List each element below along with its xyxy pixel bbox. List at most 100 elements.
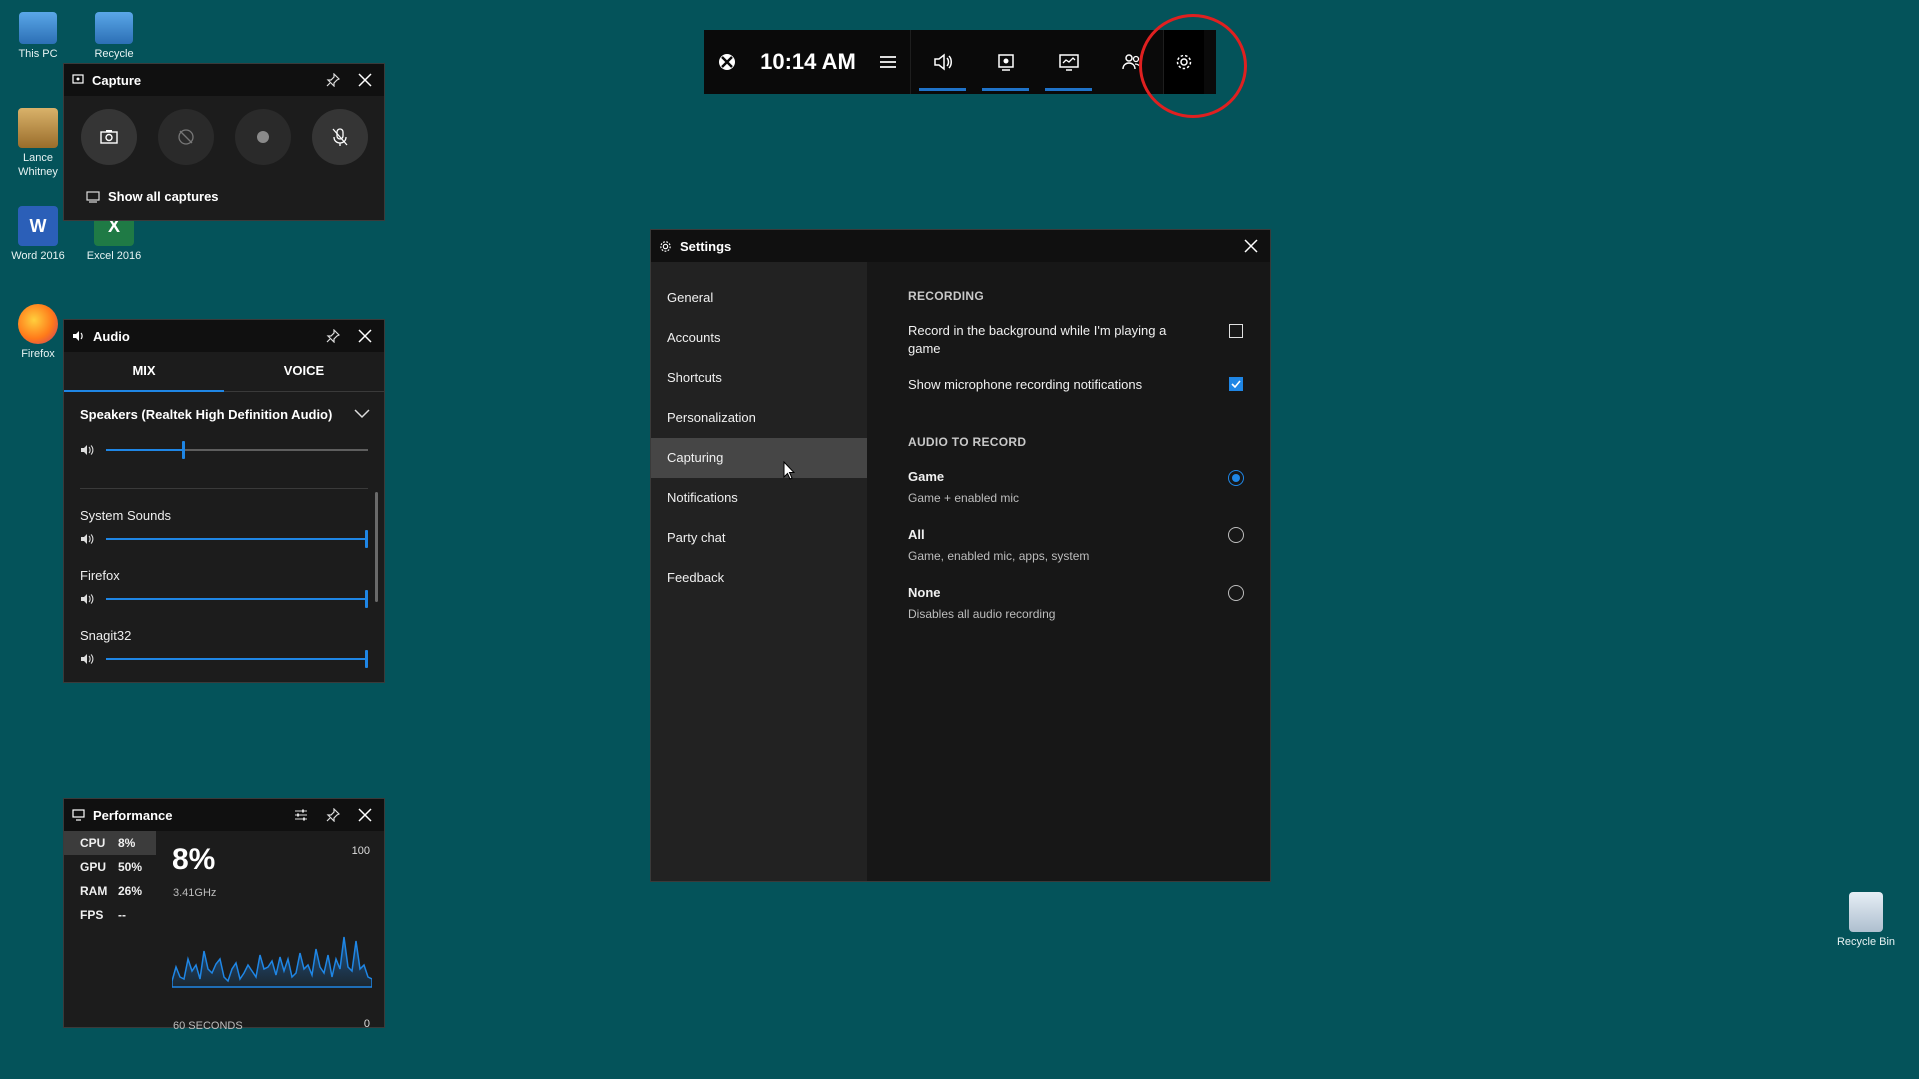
stat-cpu[interactable]: CPU 8%	[80, 836, 135, 850]
scrollbar[interactable]	[375, 492, 378, 602]
divider	[80, 488, 368, 489]
app-volume-slider[interactable]	[80, 530, 368, 548]
option-game-label: Game	[908, 469, 945, 484]
slider-fill	[106, 658, 368, 660]
option-none-label: None	[908, 585, 941, 600]
desktop-icon-label: Word 2016	[11, 250, 65, 262]
slider-track	[106, 650, 368, 668]
tab-voice-label: VOICE	[283, 363, 325, 378]
big-value: 8%	[172, 843, 216, 876]
pin-icon	[326, 808, 340, 822]
app-name: System Sounds	[80, 508, 172, 523]
nav-feedback[interactable]: Feedback	[651, 558, 867, 598]
settings-title: Settings	[680, 238, 732, 254]
computer-icon	[19, 12, 57, 44]
stat-gpu[interactable]: GPU 50%	[80, 860, 142, 874]
clock-time: 10:14 AM	[760, 49, 856, 74]
option-game-radio[interactable]	[1228, 470, 1244, 486]
desktop-icon-label: Excel 2016	[86, 250, 142, 262]
capture-panel: Capture Show all captures	[63, 63, 385, 221]
close-icon	[1244, 239, 1258, 253]
app-volume-slider[interactable]	[80, 590, 368, 608]
xbox-button[interactable]	[704, 30, 750, 94]
stat-ram[interactable]: RAM 26%	[80, 884, 142, 898]
options-button[interactable]	[290, 804, 312, 826]
record-background-checkbox[interactable]	[1229, 324, 1243, 338]
tab-mix-label: MIX	[132, 363, 156, 378]
start-recording-button[interactable]	[235, 109, 291, 165]
stat-value: 8%	[118, 836, 136, 850]
close-button[interactable]	[354, 69, 376, 91]
widget-menu-icon	[880, 56, 896, 68]
stat-fps[interactable]: FPS --	[80, 908, 126, 922]
section-title-audio: AUDIO TO RECORD	[908, 435, 1027, 449]
nav-notifications[interactable]: Notifications	[651, 478, 867, 518]
record-background-label: Record in the background while I'm playi…	[908, 323, 1167, 356]
capture-widget-button[interactable]	[974, 30, 1037, 94]
network-computer-icon	[95, 12, 133, 44]
menu-button[interactable]	[866, 30, 910, 94]
pin-button[interactable]	[322, 325, 344, 347]
settings-header: Settings	[651, 230, 1270, 262]
show-all-captures-label: Show all captures	[108, 189, 219, 204]
device-select[interactable]: Speakers (Realtek High Definition Audio)	[80, 402, 370, 426]
performance-icon	[72, 809, 85, 821]
pin-button[interactable]	[322, 804, 344, 826]
slider-thumb[interactable]	[181, 441, 185, 459]
desktop-icon-recycle[interactable]: Recycle	[82, 8, 146, 61]
speaker-icon	[81, 534, 94, 544]
performance-panel: Performance CPU 8% GPU 50% RAM 26% FPS -- 8%…	[63, 798, 385, 1032]
desktop-icon-lance-whitney[interactable]: Lance Whitney	[6, 108, 70, 179]
checkmark-icon	[1231, 380, 1241, 388]
app-volume-slider[interactable]	[80, 650, 368, 668]
audio-widget-button[interactable]	[911, 30, 974, 94]
performance-widget-button[interactable]	[1037, 30, 1100, 94]
capture-panel-header: Capture	[64, 64, 384, 96]
show-mic-notifications-checkbox[interactable]	[1229, 377, 1243, 391]
panel-title: Performance	[93, 807, 173, 823]
audio-panel: Audio MIX VOICE Speakers (Realtek High D…	[63, 319, 385, 683]
slider-thumb[interactable]	[365, 650, 368, 668]
nav-party-chat[interactable]: Party chat	[651, 518, 867, 558]
close-button[interactable]	[1240, 235, 1262, 257]
desktop-icon-recycle-bin[interactable]: Recycle Bin	[1830, 892, 1902, 949]
desktop-icon-firefox[interactable]: Firefox	[6, 304, 70, 361]
close-button[interactable]	[354, 325, 376, 347]
stat-value: 50%	[118, 860, 143, 874]
show-all-captures-link[interactable]: Show all captures	[86, 189, 219, 204]
speaker-icon	[81, 594, 94, 604]
desktop-icon-this-pc[interactable]: This PC	[6, 8, 70, 61]
slider-track	[106, 441, 368, 459]
nav-capturing[interactable]: Capturing	[651, 438, 867, 478]
option-all-radio[interactable]	[1228, 527, 1244, 543]
user-folder-icon	[18, 108, 58, 148]
desktop-icon-word[interactable]: W Word 2016	[6, 206, 70, 263]
tab-voice[interactable]: VOICE	[224, 352, 384, 392]
slider-thumb[interactable]	[365, 590, 368, 608]
option-none-radio[interactable]	[1228, 585, 1244, 601]
speaker-icon	[81, 654, 94, 664]
nav-shortcuts[interactable]: Shortcuts	[651, 358, 867, 398]
close-button[interactable]	[354, 804, 376, 826]
record-last-button[interactable]	[158, 109, 214, 165]
nav-label: General	[667, 290, 714, 305]
performance-icon	[1058, 54, 1079, 71]
nav-accounts[interactable]: Accounts	[651, 318, 867, 358]
app-name: Snagit32	[80, 628, 132, 643]
nav-personalization[interactable]: Personalization	[651, 398, 867, 438]
pin-button[interactable]	[322, 69, 344, 91]
record-icon	[257, 131, 269, 143]
nav-general[interactable]: General	[651, 278, 867, 318]
nav-label: Capturing	[667, 450, 724, 465]
master-volume-slider[interactable]	[80, 441, 368, 459]
screenshot-button[interactable]	[81, 109, 137, 165]
cpu-graph	[172, 936, 372, 988]
option-all-sub: Game, enabled mic, apps, system	[908, 549, 1090, 563]
mic-toggle-button[interactable]	[312, 109, 368, 165]
app-name: Firefox	[80, 568, 120, 583]
section-title-recording: RECORDING	[908, 289, 985, 303]
tab-mix[interactable]: MIX	[64, 352, 224, 392]
slider-thumb[interactable]	[365, 530, 368, 548]
panel-title: Capture	[92, 72, 142, 88]
stat-key: GPU	[80, 860, 107, 874]
